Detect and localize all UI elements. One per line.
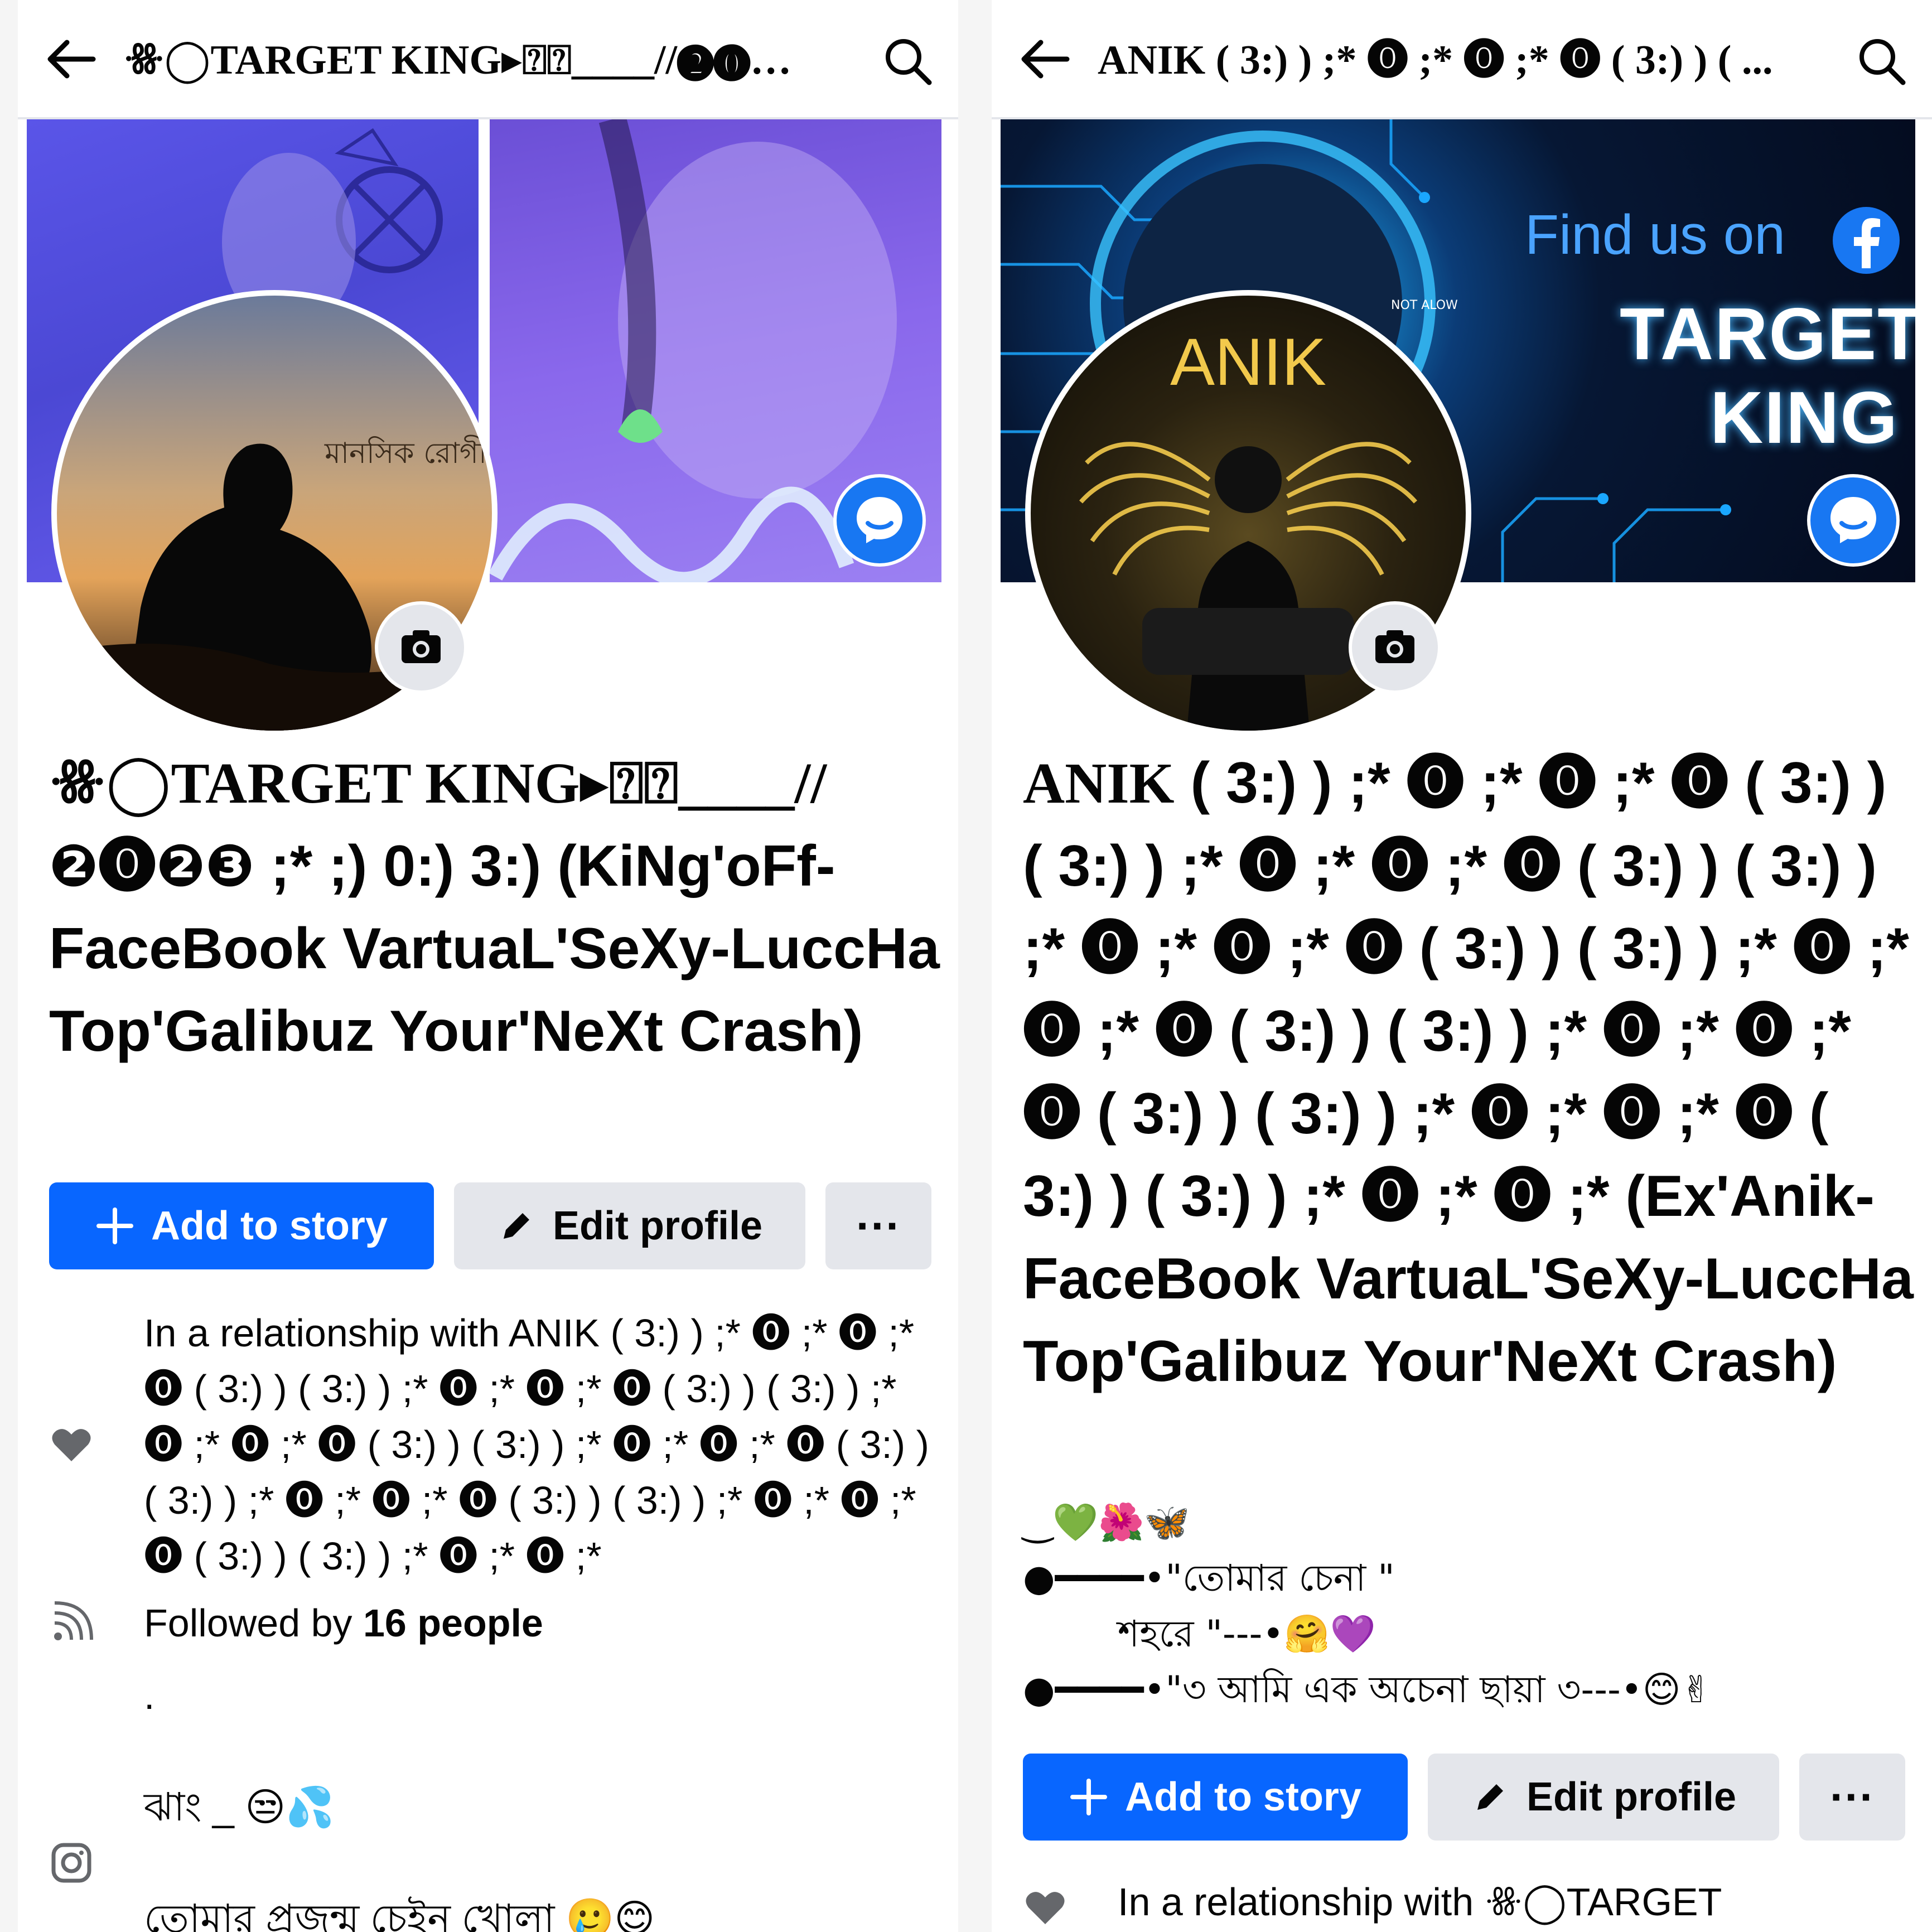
profile-name: ANIK ( 3:) ) ;* ⓿ ;* ⓿ ;* ⓿ ( 3:) ) ( 3:… bbox=[1023, 742, 1915, 1403]
messenger-button[interactable] bbox=[1807, 474, 1900, 567]
relationship-text[interactable]: In a relationship with ANIK ( 3:) ) ;* ⓿… bbox=[144, 1305, 936, 1584]
cover-brand-text: TARGET KING bbox=[1620, 292, 1915, 460]
add-to-story-label: Add to story bbox=[1125, 1775, 1361, 1819]
left-profile-panel: ꗥ◯TARGET KING▸⍰⍰____//❷⓿❷... মানসিক রোগী… bbox=[0, 0, 976, 1932]
followers-text[interactable]: Followed by 16 people bbox=[144, 1595, 936, 1651]
plus-icon bbox=[1070, 1779, 1107, 1815]
bio-line-1: ঝাং _ 😒💦 bbox=[144, 1785, 335, 1829]
profile-action-buttons: Add to story Edit profile ··· bbox=[1023, 1754, 1915, 1841]
camera-icon bbox=[1375, 630, 1414, 663]
relationship-text[interactable]: In a relationship with ꗥ◯TARGET bbox=[1118, 1874, 1910, 1930]
cover-brand-line-2: KING bbox=[1710, 376, 1899, 458]
page-title: ANIK ( 3:) ) ;* ⓿ ;* ⓿ ;* ⓿ ( 3:) ) ( ..… bbox=[1098, 37, 1773, 83]
pencil-icon bbox=[504, 1213, 529, 1239]
back-arrow-icon[interactable] bbox=[40, 31, 102, 87]
bio-line-2: তোমার প্রজন্ম চেইন খোলা 🥲😊 bbox=[144, 1897, 655, 1932]
add-to-story-button[interactable]: Add to story bbox=[1023, 1754, 1408, 1841]
add-to-story-label: Add to story bbox=[151, 1204, 388, 1248]
profile-name: ꗥ◯TARGET KING▸⍰⍰____// ❷⓿❷❸ ;* ;) 0:) 3:)… bbox=[49, 742, 941, 1073]
top-bar: ANIK ( 3:) ) ;* ⓿ ;* ⓿ ;* ⓿ ( 3:) ) ( ..… bbox=[992, 0, 1932, 119]
more-options-button[interactable]: ··· bbox=[1799, 1754, 1905, 1841]
edit-profile-label: Edit profile bbox=[553, 1204, 762, 1248]
camera-icon bbox=[402, 630, 441, 663]
profile-name-suffix: ( 3:) ) ;* ⓿ ;* ⓿ ;* ⓿ ( 3:) ) ( 3:) ) ;… bbox=[1023, 751, 1914, 1394]
cover-brand-line-1: TARGET bbox=[1620, 293, 1915, 375]
search-icon[interactable] bbox=[1854, 33, 1910, 89]
right-profile-panel: ANIK ( 3:) ) ;* ⓿ ;* ⓿ ;* ⓿ ( 3:) ) ( ..… bbox=[974, 0, 1932, 1932]
bio-dot: . bbox=[144, 1674, 155, 1717]
bio-line-1: ‿💚🌺🦋 bbox=[1023, 1501, 1190, 1544]
profile-name-prefix: ꗥ◯TARGET KING▸⍰⍰____// bbox=[49, 751, 827, 815]
facebook-icon bbox=[1833, 207, 1900, 274]
back-arrow-icon[interactable] bbox=[1014, 31, 1075, 87]
messenger-icon bbox=[1830, 497, 1876, 543]
more-options-button[interactable]: ··· bbox=[825, 1182, 931, 1269]
messenger-button[interactable] bbox=[833, 474, 926, 567]
pencil-icon bbox=[1477, 1784, 1503, 1810]
bio-line-2: ●━━━━•"তোমার চেনা " bbox=[1023, 1557, 1395, 1600]
top-bar: ꗥ◯TARGET KING▸⍰⍰____//❷⓿❷... bbox=[18, 0, 958, 119]
avatar-word: ANIK bbox=[1170, 325, 1326, 399]
followers-prefix: Followed by bbox=[144, 1601, 352, 1645]
heart-icon bbox=[52, 1429, 91, 1461]
edit-profile-picture-button[interactable] bbox=[375, 601, 467, 694]
avatar-caption: মানসিক রোগী bbox=[324, 435, 487, 470]
cover-find-us-text: Find us on bbox=[1525, 204, 1785, 266]
plus-icon bbox=[96, 1208, 133, 1244]
edit-profile-label: Edit profile bbox=[1527, 1775, 1736, 1819]
edit-profile-button[interactable]: Edit profile bbox=[454, 1182, 805, 1269]
edit-profile-picture-button[interactable] bbox=[1349, 601, 1441, 694]
edit-profile-button[interactable]: Edit profile bbox=[1428, 1754, 1779, 1841]
bio-line-3: শহরে "---•🤗💜 bbox=[1118, 1612, 1376, 1655]
profile-name-prefix: ANIK bbox=[1023, 751, 1175, 815]
heart-icon bbox=[1026, 1892, 1065, 1924]
messenger-icon bbox=[857, 497, 902, 543]
search-icon[interactable] bbox=[880, 33, 936, 89]
instagram-icon bbox=[51, 1843, 91, 1883]
profile-action-buttons: Add to story Edit profile ··· bbox=[49, 1182, 941, 1269]
bio-line-4: ●━━━━•"৩ আমি এক অচেনা ছায়া ৩---•😊✌ bbox=[1023, 1668, 1712, 1711]
rss-icon bbox=[54, 1601, 93, 1640]
add-to-story-button[interactable]: Add to story bbox=[49, 1182, 434, 1269]
bio: ‿💚🌺🦋 ●━━━━•"তোমার চেনা " শহরে "---•🤗💜 ●━… bbox=[1023, 1495, 1915, 1718]
page-title: ꗥ◯TARGET KING▸⍰⍰____//❷⓿❷... bbox=[124, 37, 815, 83]
profile-name-suffix: ❷⓿❷❸ ;* ;) 0:) 3:) (KiNg'oFf-FaceBook Va… bbox=[49, 834, 940, 1064]
followers-count: 16 people bbox=[363, 1601, 543, 1645]
